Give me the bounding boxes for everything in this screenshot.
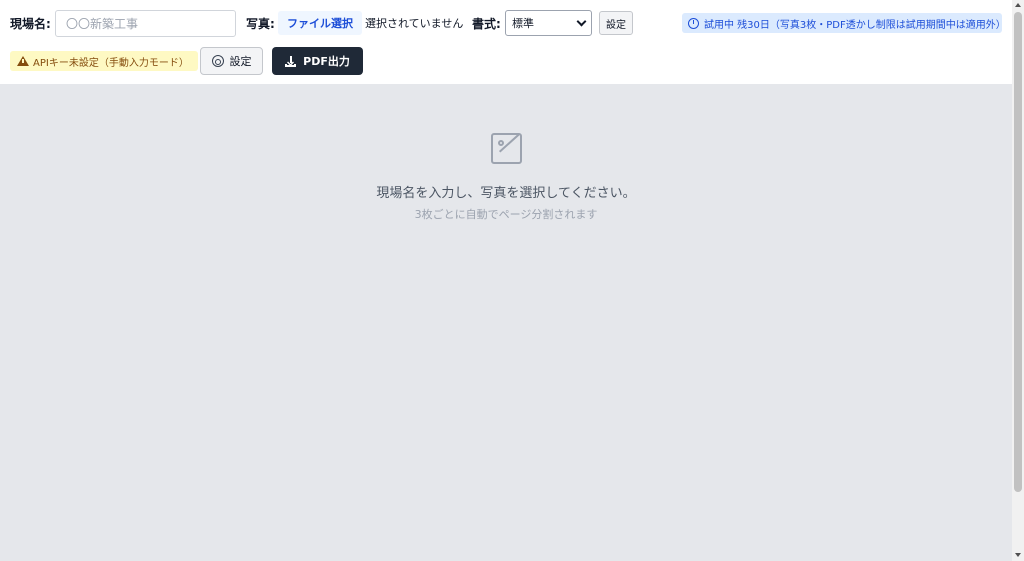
site-name-label: 現場名: (10, 16, 51, 31)
warning-icon (17, 56, 29, 66)
empty-state-hint: 3枚ごとに自動でページ分割されます (414, 208, 598, 221)
trial-status-text: 試用中 残30日（写真3枚・PDF透かし制限は試用期間中は適用外） (704, 19, 1006, 31)
scroll-down-icon[interactable] (1015, 553, 1021, 557)
chevron-down-icon (576, 16, 587, 26)
toolbar-row-1: 現場名: 写真: ファイル選択 選択されていません 書式: 標準 設定 試用中 … (0, 8, 1012, 38)
empty-state-message: 現場名を入力し、写真を選択してください。 (376, 186, 636, 201)
clock-icon (688, 17, 699, 29)
preview-area: 現場名を入力し、写真を選択してください。 3枚ごとに自動でページ分割されます (0, 85, 1012, 561)
api-key-status-text: APIキー未設定（手動入力モード） (33, 57, 189, 69)
image-placeholder-icon (491, 133, 522, 164)
toolbar: 現場名: 写真: ファイル選択 選択されていません 書式: 標準 設定 試用中 … (0, 0, 1012, 85)
gear-icon (211, 55, 224, 67)
format-label: 書式: (472, 16, 501, 31)
format-settings-button[interactable]: 設定 (599, 11, 633, 35)
pdf-export-label: PDF出力 (303, 55, 350, 68)
format-select[interactable]: 標準 (505, 10, 592, 36)
toolbar-row-2: APIキー未設定（手動入力モード） 設定 PDF出力 (0, 46, 1012, 76)
settings-button[interactable]: 設定 (200, 47, 263, 75)
file-select-button[interactable]: ファイル選択 (278, 11, 362, 35)
file-status-text: 選択されていません (365, 17, 464, 30)
scrollbar-thumb[interactable] (1014, 12, 1022, 492)
trial-status-badge: 試用中 残30日（写真3枚・PDF透かし制限は試用期間中は適用外） (682, 13, 1006, 33)
site-name-input[interactable] (55, 10, 236, 37)
scroll-up-icon[interactable] (1015, 3, 1021, 7)
photo-label: 写真: (246, 16, 275, 31)
pdf-export-button[interactable]: PDF出力 (272, 47, 363, 75)
download-icon (285, 55, 297, 67)
format-select-value: 標準 (512, 17, 534, 30)
vertical-scrollbar[interactable] (1012, 0, 1024, 561)
settings-button-label: 設定 (229, 55, 252, 68)
api-key-status-badge: APIキー未設定（手動入力モード） (10, 51, 198, 71)
